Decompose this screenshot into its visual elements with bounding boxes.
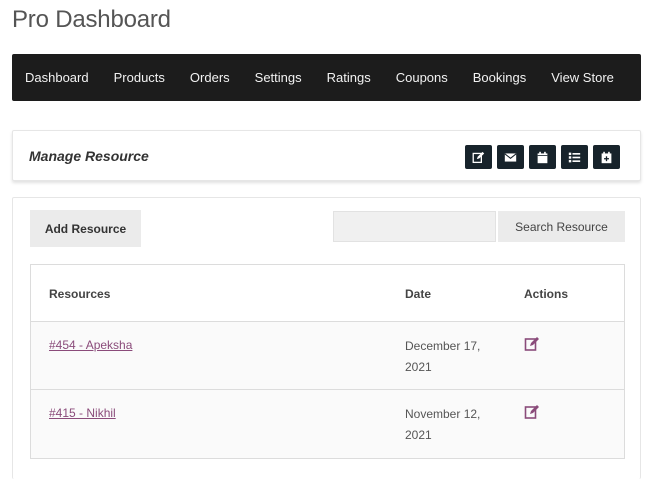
nav-item-view-store[interactable]: View Store bbox=[551, 70, 614, 85]
edit-button[interactable] bbox=[465, 145, 492, 169]
edit-icon bbox=[472, 151, 485, 163]
edit-icon[interactable] bbox=[524, 404, 540, 420]
add-resource-button[interactable]: Add Resource bbox=[30, 210, 141, 247]
table-row: #454 - Apeksha December 17, 2021 bbox=[31, 322, 624, 390]
edit-icon[interactable] bbox=[524, 336, 540, 352]
search-resource-button[interactable]: Search Resource bbox=[498, 211, 625, 242]
search-input[interactable] bbox=[333, 211, 496, 242]
add-booking-button[interactable] bbox=[593, 145, 620, 169]
resource-link[interactable]: #415 - Nikhil bbox=[49, 406, 116, 420]
envelope-icon bbox=[504, 152, 517, 162]
list-button[interactable] bbox=[561, 145, 588, 169]
manage-resource-header: Manage Resource bbox=[12, 130, 641, 181]
column-header-resources: Resources bbox=[49, 287, 111, 301]
resource-date: November 12, 2021 bbox=[405, 407, 481, 442]
nav-item-coupons[interactable]: Coupons bbox=[396, 70, 448, 85]
nav-item-ratings[interactable]: Ratings bbox=[327, 70, 371, 85]
resources-table: Resources Date Actions #454 - Apeksha De… bbox=[30, 264, 625, 459]
column-header-date: Date bbox=[405, 287, 432, 301]
nav-item-dashboard[interactable]: Dashboard bbox=[25, 70, 89, 85]
list-icon bbox=[568, 152, 581, 162]
resource-list-card: Add Resource Search Resource Resources D… bbox=[12, 197, 641, 479]
main-navbar: Dashboard Products Orders Settings Ratin… bbox=[12, 54, 641, 101]
section-title: Manage Resource bbox=[29, 148, 149, 164]
nav-item-orders[interactable]: Orders bbox=[190, 70, 230, 85]
calendar-button[interactable] bbox=[529, 145, 556, 169]
nav-item-products[interactable]: Products bbox=[114, 70, 165, 85]
nav-item-bookings[interactable]: Bookings bbox=[473, 70, 526, 85]
nav-item-settings[interactable]: Settings bbox=[255, 70, 302, 85]
calendar-plus-icon bbox=[601, 151, 612, 163]
column-header-actions: Actions bbox=[524, 287, 569, 301]
resource-link[interactable]: #454 - Apeksha bbox=[49, 338, 132, 352]
table-row: #415 - Nikhil November 12, 2021 bbox=[31, 390, 624, 458]
table-header: Resources Date Actions bbox=[31, 265, 624, 322]
calendar-icon bbox=[537, 151, 548, 163]
page-title: Pro Dashboard bbox=[12, 6, 171, 33]
header-icon-buttons bbox=[465, 145, 620, 169]
email-button[interactable] bbox=[497, 145, 524, 169]
resource-date: December 17, 2021 bbox=[405, 339, 481, 374]
